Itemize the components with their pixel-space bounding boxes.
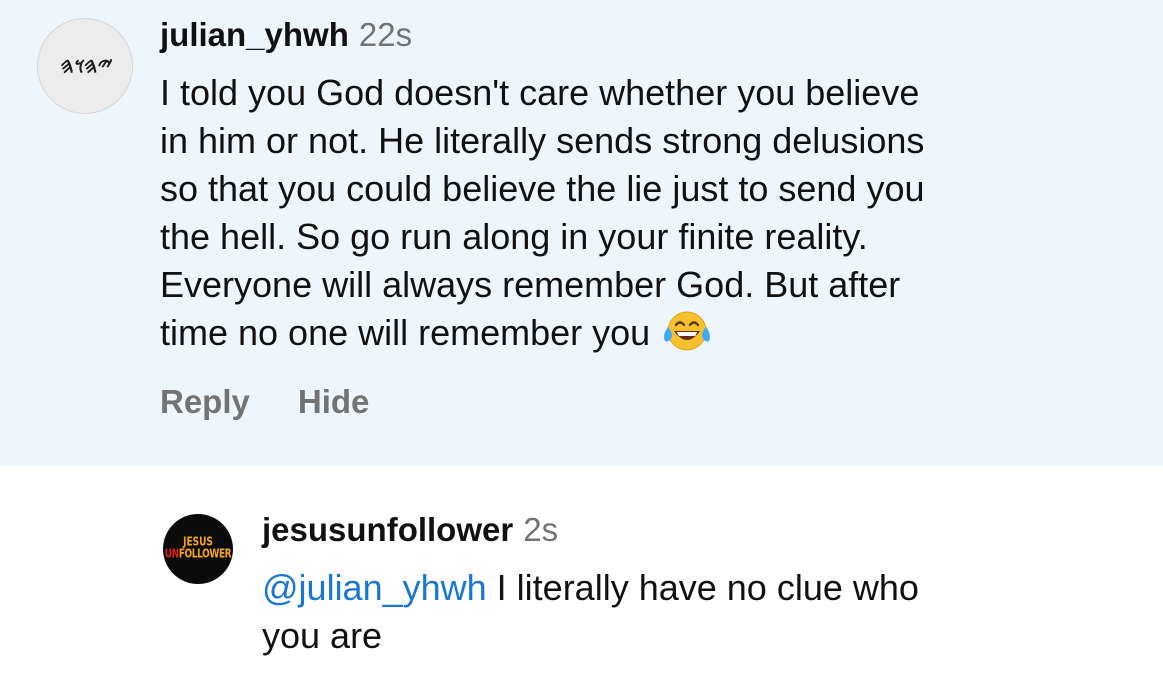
comment-header: julian_yhwh 22s bbox=[160, 16, 412, 54]
tears-of-joy-emoji-icon bbox=[664, 311, 711, 351]
reply-line-2: you are bbox=[262, 615, 383, 656]
username[interactable]: julian_yhwh bbox=[160, 16, 349, 53]
comment-line: in him or not. He literally sends strong… bbox=[160, 120, 925, 161]
reply-text: @julian_yhwh I literally have no clue wh… bbox=[262, 564, 1142, 660]
comment-line: Everyone will always remember God. But a… bbox=[160, 264, 901, 305]
timestamp: 22s bbox=[358, 16, 413, 53]
comment-line: so that you could believe the lie just t… bbox=[160, 168, 925, 209]
avatar-logo-line2-gold: FOLLOWER bbox=[178, 547, 232, 562]
reply-header: jesusunfollower 2s bbox=[262, 511, 558, 549]
comment-actions: Reply Hide bbox=[160, 382, 369, 422]
comment-line-last: time no one will remember you bbox=[160, 309, 1140, 357]
reply-line-1: @julian_yhwh I literally have no clue wh… bbox=[262, 564, 1142, 612]
reply-button[interactable]: Reply bbox=[160, 382, 250, 422]
reply-line-1-text: I literally have no clue who bbox=[486, 567, 919, 608]
hide-button[interactable]: Hide bbox=[298, 382, 370, 422]
comment-line: the hell. So go run along in your finite… bbox=[160, 216, 868, 257]
comment-text: I told you God doesn't care whether you … bbox=[160, 69, 1140, 357]
avatar-logo-line2-red: UN bbox=[164, 547, 179, 562]
reply-avatar[interactable]: JESUS UNFOLLOWER bbox=[163, 514, 233, 584]
mention-link[interactable]: @julian_yhwh bbox=[262, 567, 487, 608]
avatar-logo-line2: UNFOLLOWER bbox=[164, 547, 232, 562]
avatar[interactable]: 𐤉𐤄𐤅𐤄 bbox=[37, 18, 133, 114]
reply-timestamp: 2s bbox=[523, 511, 559, 548]
highlighted-comment: 𐤉𐤄𐤅𐤄 julian_yhwh 22s I told you God doesn… bbox=[0, 0, 1163, 466]
comment-line: I told you God doesn't care whether you … bbox=[160, 72, 920, 113]
reply-username[interactable]: jesusunfollower bbox=[262, 511, 513, 548]
avatar-logo-text: 𐤉𐤄𐤅𐤄 bbox=[56, 53, 114, 79]
comment-line-text: time no one will remember you bbox=[160, 312, 651, 353]
